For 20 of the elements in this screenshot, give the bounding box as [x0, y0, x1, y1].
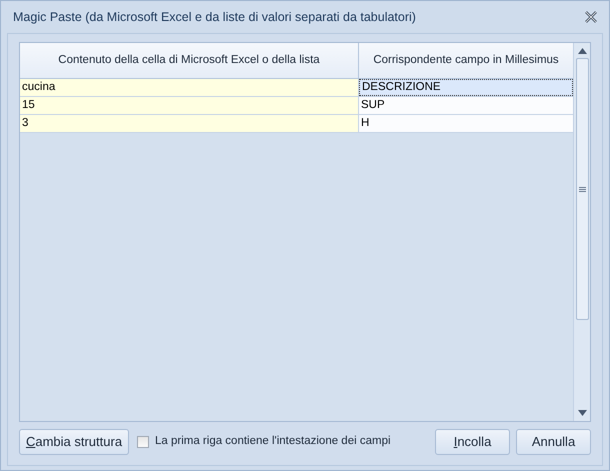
checkbox[interactable] — [137, 436, 149, 448]
dialog-button[interactable]: Incolla — [435, 429, 510, 455]
column-header[interactable]: Corrispondente campo in Millesimus — [359, 43, 573, 78]
table-cell[interactable]: DESCRIZIONE — [359, 79, 573, 96]
column-header[interactable]: Contenuto della cella di Microsoft Excel o della lista — [20, 43, 359, 78]
table-cell[interactable]: SUP — [359, 97, 573, 114]
table-cell[interactable]: cucina — [20, 79, 359, 96]
dialog-button[interactable]: Annulla — [516, 429, 591, 455]
checkbox-label: La prima riga contiene l'intestazione dei campi — [155, 434, 391, 450]
scrollbar[interactable] — [573, 43, 590, 421]
close-icon[interactable] — [585, 11, 597, 23]
scroll-down-icon[interactable] — [578, 410, 586, 416]
window-title: Magic Paste (da Microsoft Excel e da liste di valori separati da tabulatori) — [13, 8, 416, 26]
grip-icon — [578, 186, 586, 192]
table-cell[interactable]: H — [359, 115, 573, 132]
table-cell[interactable]: 15 — [20, 97, 359, 114]
change-structure-button[interactable]: Cambia struttura — [19, 429, 129, 455]
table-cell[interactable]: 3 — [20, 115, 359, 132]
scroll-up-icon[interactable] — [578, 48, 586, 54]
scroll-thumb[interactable] — [576, 58, 588, 320]
